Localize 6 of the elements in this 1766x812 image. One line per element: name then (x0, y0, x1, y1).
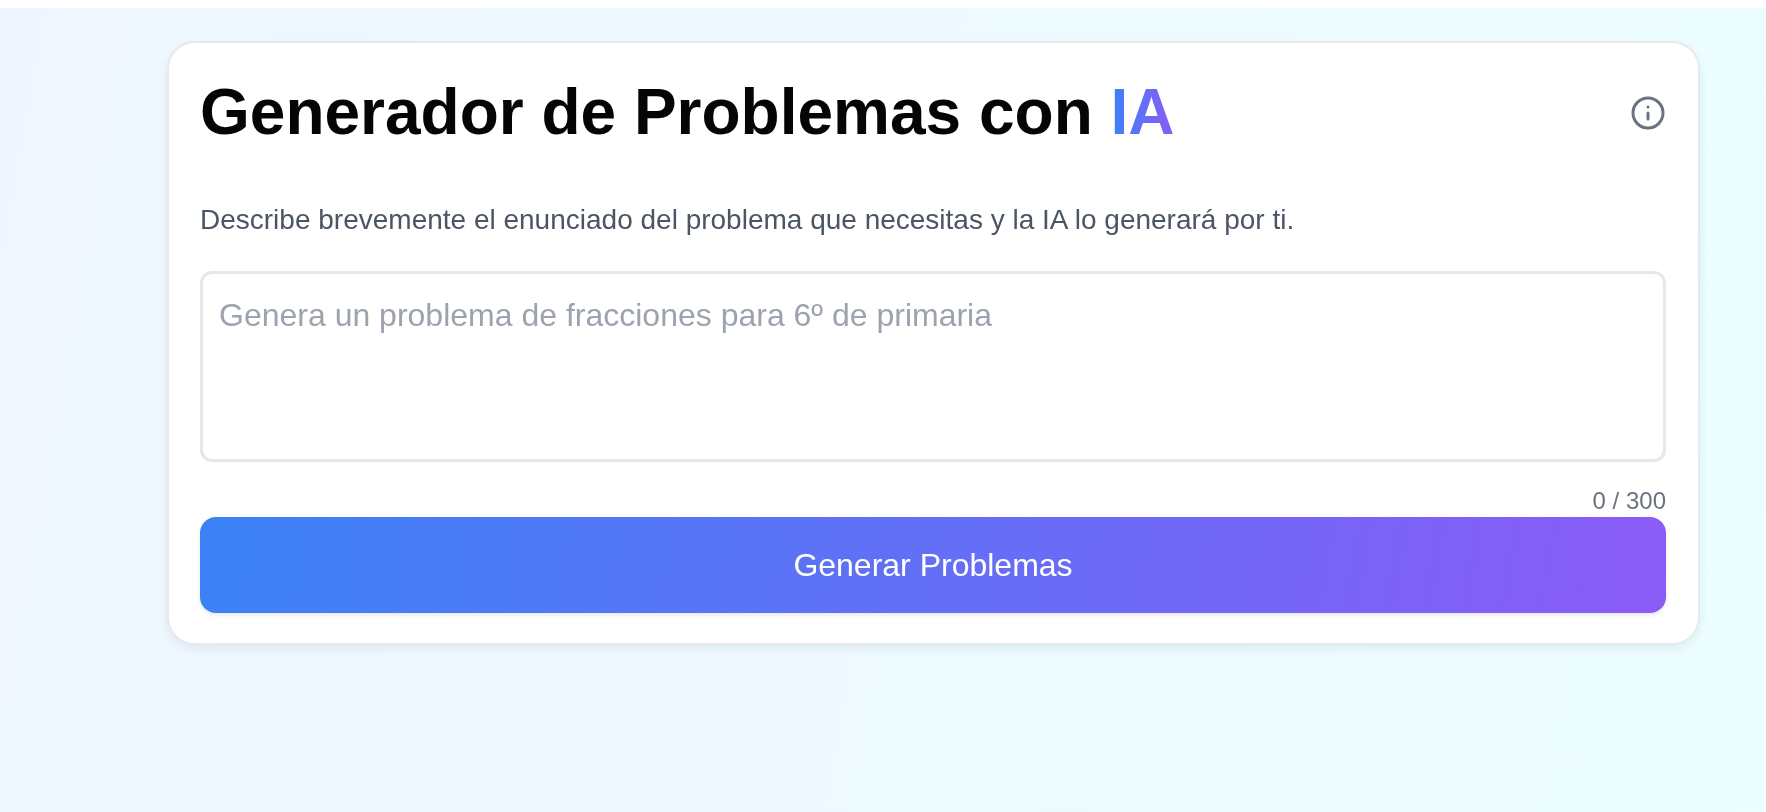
generate-button[interactable]: Generar Problemas (200, 517, 1666, 614)
info-icon[interactable] (1630, 94, 1666, 131)
prompt-field[interactable]: Genera un problema de fracciones para 6º de primaria (200, 270, 1666, 462)
character-counter: 0 / 300 (1592, 486, 1666, 515)
page-title: Generador de Problemas con IA (200, 76, 1175, 150)
description-text: Describe brevemente el enunciado del problema que necesitas y la IA lo generará por ti. (200, 203, 1296, 236)
